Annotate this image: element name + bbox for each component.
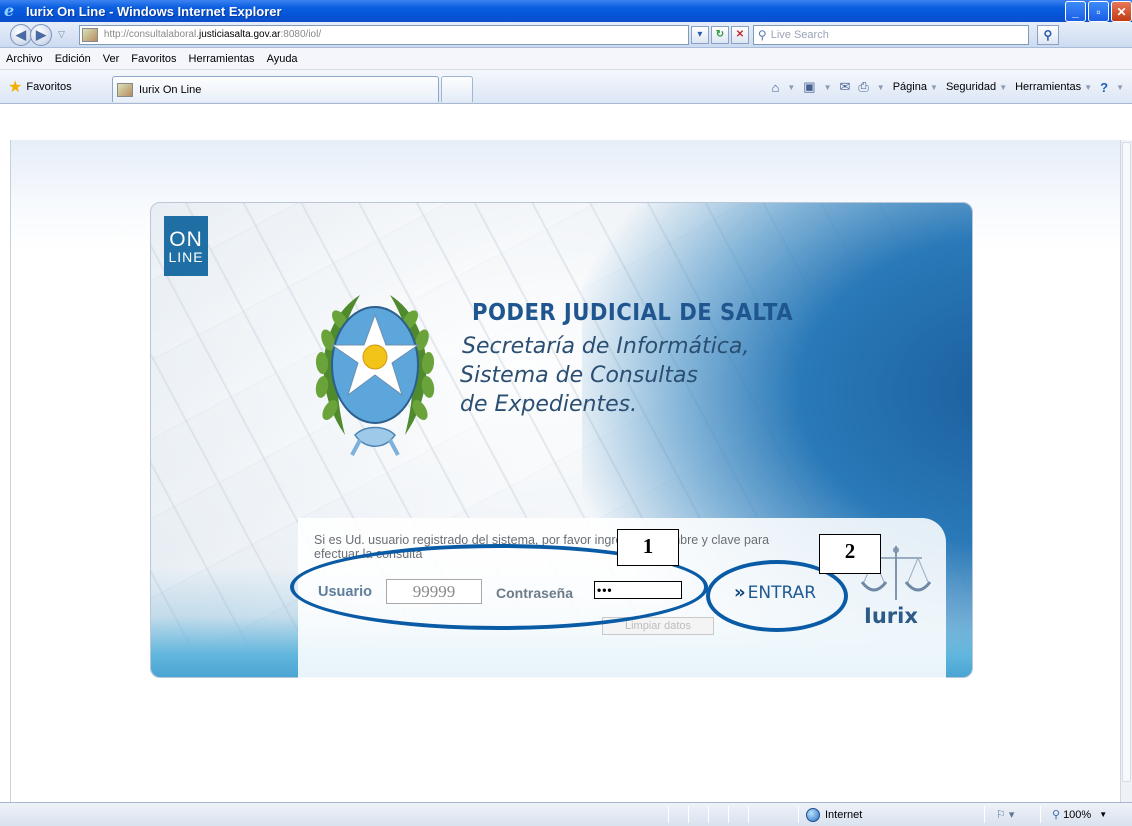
zoom-icon: ⚲ (1052, 809, 1061, 821)
menu-ayuda[interactable]: Ayuda (267, 53, 298, 65)
salta-coat-of-arms-icon (315, 295, 435, 456)
status-separator (1040, 806, 1041, 823)
org-title: PODER JUDICIAL DE SALTA (472, 300, 794, 326)
security-menu-chevron-icon: ▼ (999, 83, 1008, 92)
zoom-control[interactable]: ⚲ 100% ▼ (1052, 808, 1108, 822)
live-search-icon: ⚲ (757, 27, 767, 42)
new-tab-button[interactable] (441, 76, 473, 102)
url-suffix: :8080/iol/ (280, 29, 322, 40)
status-separator (668, 806, 669, 823)
menu-archivo[interactable]: Archivo (6, 53, 43, 65)
menu-ver[interactable]: Ver (103, 53, 120, 65)
url-prefix: http://consultalaboral. (103, 29, 199, 40)
status-separator (984, 806, 985, 823)
page-menu-chevron-icon: ▼ (930, 83, 938, 92)
print-icon[interactable]: ⎙ (858, 79, 868, 95)
ie-logo-icon: e (4, 1, 15, 20)
online-badge-top: ON (169, 227, 203, 251)
address-toolbar: ◀ ▶ ▽ http://consultalaboral. justiciasal… (0, 22, 1132, 48)
tab-favicon-icon (117, 82, 133, 97)
favorites-label: Favoritos (26, 80, 72, 93)
window-title-bar: e Iurix On Line - Windows Internet Explo… (0, 0, 1132, 22)
status-separator (748, 806, 749, 823)
security-menu[interactable]: Seguridad ▼ (946, 81, 1007, 93)
menu-favoritos[interactable]: Favoritos (131, 53, 176, 65)
forward-button[interactable]: ▶ (30, 23, 52, 46)
home-dropdown-icon[interactable]: ▼ (787, 83, 795, 92)
minimize-button[interactable]: _ (1065, 1, 1086, 22)
zoom-level: 100% (1063, 808, 1092, 821)
zoom-dropdown-icon: ▼ (1099, 810, 1108, 819)
vertical-scrollbar[interactable] (1120, 140, 1132, 802)
page-menu-label: Página (892, 81, 927, 93)
security-zone[interactable]: Internet (806, 808, 862, 822)
menu-herramientas[interactable]: Herramientas (189, 53, 255, 65)
iurix-logo-word: Iurix (864, 604, 918, 628)
page-favicon-icon (81, 27, 98, 42)
feeds-dropdown-icon[interactable]: ▼ (824, 83, 832, 92)
tools-menu-label: Herramientas (1015, 81, 1082, 93)
menu-bar: Archivo Edición Ver Favoritos Herramient… (0, 48, 1132, 70)
stop-icon[interactable]: ✕ (730, 25, 749, 44)
status-separator (708, 806, 709, 823)
subtitle-line-1: Secretaría de Informática, (462, 334, 750, 359)
subtitle-line-2: Sistema de Consultas (460, 363, 698, 388)
brand-block: PODER JUDICIAL DE SALTA Secretaría de In… (460, 300, 821, 419)
page-menu[interactable]: Página ▼ (893, 81, 938, 93)
subtitle-line-3: de Expedientes. (460, 392, 638, 417)
menu-edicion[interactable]: Edición (55, 53, 91, 65)
favorites-bar: ★ Favoritos Iurix On Line ⌂ ▼ ▣ ▼ ✉ ⎙ ▼ Pág… (0, 70, 1132, 104)
status-separator (688, 806, 689, 823)
window-title: Iurix On Line - Windows Internet Explore… (26, 3, 282, 19)
tab-title: Iurix On Line (139, 83, 202, 96)
status-separator (798, 806, 799, 823)
protected-mode-icon[interactable]: ⚐ ▾ (996, 808, 1014, 821)
address-dropdown-icon[interactable]: ▾ (690, 25, 709, 44)
maximize-button[interactable]: ▫ (1088, 1, 1109, 22)
help-dropdown-icon[interactable]: ▼ (1116, 83, 1124, 92)
search-input[interactable]: ⚲ Live Search (752, 24, 1029, 45)
globe-icon (806, 808, 820, 822)
online-badge: ON LINE (164, 216, 208, 276)
online-badge-bottom: LINE (168, 248, 204, 265)
annotation-callout-2: 2 (819, 534, 881, 574)
security-menu-label: Seguridad (945, 81, 997, 93)
security-zone-label: Internet (825, 809, 863, 821)
mail-icon[interactable]: ✉ (839, 79, 850, 95)
status-separator (728, 806, 729, 823)
close-button[interactable]: ✕ (1111, 1, 1132, 22)
back-button[interactable]: ◀ (10, 23, 32, 46)
help-icon[interactable]: ? (1100, 80, 1108, 95)
tools-menu[interactable]: Herramientas ▼ (1015, 81, 1092, 93)
history-dropdown-icon[interactable]: ▽ (58, 29, 65, 40)
search-placeholder: Live Search (770, 28, 829, 41)
url-domain: justiciasalta.gov.ar (198, 29, 281, 40)
tab-iurix[interactable]: Iurix On Line (112, 76, 439, 102)
command-bar: ⌂ ▼ ▣ ▼ ✉ ⎙ ▼ Página ▼ Seguridad ▼ Herramie… (771, 79, 1124, 95)
annotation-callout-1: 1 (617, 529, 679, 566)
star-icon: ★ (8, 78, 23, 96)
favorites-button[interactable]: ★ Favoritos (8, 77, 72, 97)
window-controls: _ ▫ ✕ (1065, 1, 1132, 22)
scrollbar-thumb[interactable] (1122, 142, 1131, 782)
address-input[interactable]: http://consultalaboral. justiciasalta.gov… (78, 24, 689, 45)
refresh-icon[interactable]: ↻ (710, 25, 729, 44)
feeds-icon[interactable]: ▣ (803, 79, 815, 95)
home-icon[interactable]: ⌂ (771, 80, 779, 95)
print-dropdown-icon[interactable]: ▼ (877, 83, 885, 92)
search-button[interactable]: ⚲ (1036, 24, 1059, 45)
tools-menu-chevron-icon: ▼ (1084, 83, 1093, 92)
status-bar: Internet ⚐ ▾ ⚲ 100% ▼ (0, 802, 1132, 826)
